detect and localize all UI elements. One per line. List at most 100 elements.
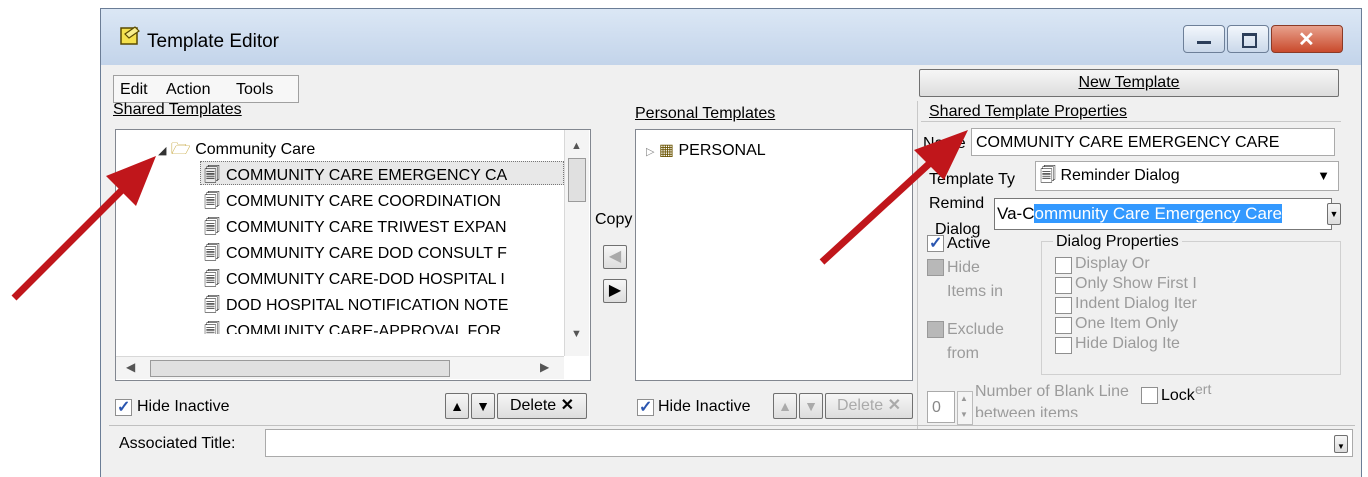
personal-delete-label: Delete [836,397,884,414]
properties-text: Shared Template Properties [929,103,1128,120]
reminder-template-icon: 🗐 [204,245,220,262]
tree-item[interactable]: 🗐 COMMUNITY CARE-APPROVAL FOR [204,320,501,334]
associated-title-dropdown[interactable]: ▼ [1334,435,1348,453]
hide-items-label-2: Items in [947,283,1004,300]
display-only-checkbox[interactable] [1055,257,1072,274]
scroll-thumb[interactable] [568,158,586,202]
menu-action[interactable]: Action [166,81,210,99]
maximize-icon [1242,33,1257,48]
tree-item[interactable]: 🗐 COMMUNITY CARE DOD CONSULT F [204,242,507,269]
window-title: Template Editor [147,31,280,52]
arrow-down-icon: ▼ [476,398,490,414]
folder-open-icon: 🗁 [170,141,191,158]
bottom-divider [109,425,1355,426]
template-type-select[interactable]: 🗐 Reminder Dialog ▼ [1035,161,1339,191]
blank-lines-label: Number of Blank Line [975,383,1129,400]
lock-label: Lock [1161,387,1195,404]
move-down-button[interactable]: ▼ [471,393,495,419]
hide-inactive-checkbox[interactable] [115,397,132,417]
associated-title-select[interactable]: ▼ [265,429,1353,457]
template-type-value: Reminder Dialog [1060,167,1180,184]
hscroll-thumb[interactable] [150,360,450,377]
chevron-down-icon: ▼ [1337,442,1345,451]
reminder-template-icon: 🗐 [204,193,220,210]
display-only-label: Display Or [1075,255,1150,272]
copy-label: Copy [595,211,633,228]
hide-dialog-items-checkbox[interactable] [1055,337,1072,354]
notepad-icon [120,26,140,45]
scroll-down-icon[interactable]: ▼ [571,328,582,340]
arrow-up-icon: ▲ [450,398,464,414]
tree-item[interactable]: 🗐 COMMUNITY CARE TRIWEST EXPAN [204,216,507,243]
delete-x-icon: ✕ [887,397,902,414]
expand-arrow-icon: ◢ [158,145,167,157]
personal-move-up-button[interactable]: ▲ [773,393,797,419]
exclude-label-2: from [947,345,979,362]
insert-partial-label: ert [1195,381,1212,397]
indent-dialog-label: Indent Dialog Iter [1075,295,1197,312]
vertical-scrollbar[interactable]: ▲ ▼ [564,130,589,356]
menu-edit[interactable]: Edit [120,81,148,99]
arrow-left-icon: ◀ [608,248,622,265]
lock-checkbox[interactable] [1141,387,1158,404]
hide-inactive-label: Hide Inactive [137,398,230,415]
close-icon: ✕ [1298,29,1315,51]
personal-hide-inactive-checkbox[interactable] [637,397,654,417]
name-label: Name [923,135,966,152]
active-checkbox[interactable] [927,233,944,253]
tree-item[interactable]: 🗐 COMMUNITY CARE COORDINATION [204,190,501,217]
minimize-button[interactable] [1183,25,1225,53]
tree-root-personal[interactable]: ▷ ▦ PERSONAL [646,140,766,160]
shared-templates-label: Shared Templates [113,101,242,119]
maximize-button[interactable] [1227,25,1269,53]
personal-templates-tree[interactable]: ▷ ▦ PERSONAL [635,129,913,381]
one-item-only-checkbox[interactable] [1055,317,1072,334]
reminder-template-icon: 🗐 [204,219,220,236]
indent-dialog-checkbox[interactable] [1055,297,1072,314]
tree-item[interactable]: 🗐 COMMUNITY CARE-DOD HOSPITAL I [204,268,505,295]
shared-templates-tree[interactable]: ◢ 🗁 Community Care 🗐 COMMUNITY CARE EMERG… [115,129,591,381]
tree-item-label: 🗐 COMMUNITY CARE EMERGENCY CA [204,167,508,184]
properties-label: Shared Template Properties [929,103,1127,121]
scroll-right-icon[interactable]: ▶ [540,360,549,374]
spin-down-icon[interactable]: ▼ [960,410,968,419]
delete-label: Delete [509,397,557,414]
personal-delete-button[interactable]: Delete ✕ [825,393,913,419]
reminder-dialog-select[interactable]: Va-Community Care Emergency Care [994,198,1332,230]
scroll-up-icon[interactable]: ▲ [571,140,582,152]
blank-lines-spinner[interactable]: ▲ ▼ [957,391,973,425]
exclude-checkbox[interactable] [927,321,944,338]
personal-templates-text: Personal Templates [635,105,776,122]
copy-left-button[interactable]: ◀ [603,245,627,269]
new-template-button[interactable]: New Template [919,69,1339,97]
template-editor-window: Template Editor ✕ Edit Action Tools New … [100,8,1362,477]
reminder-template-icon: 🗐 [204,271,220,288]
blank-lines-input[interactable]: 0 [927,391,955,423]
hide-items-label-1: Hide [947,259,980,276]
close-button[interactable]: ✕ [1271,25,1343,53]
menu-bar: Edit Action Tools [113,75,299,103]
horizontal-scrollbar[interactable]: ◀ ▶ [116,356,564,379]
only-show-first-checkbox[interactable] [1055,277,1072,294]
personal-move-down-button[interactable]: ▼ [799,393,823,419]
menu-tools[interactable]: Tools [236,81,273,99]
cabinet-icon: ▦ [658,142,675,159]
properties-divider [921,121,1341,122]
one-item-only-label: One Item Only [1075,315,1179,332]
scroll-left-icon[interactable]: ◀ [126,360,135,374]
tree-item[interactable]: 🗐 DOD HOSPITAL NOTIFICATION NOTE [204,294,508,321]
hide-dialog-items-label: Hide Dialog Ite [1075,335,1180,352]
personal-hide-inactive-label: Hide Inactive [658,398,751,415]
spin-up-icon[interactable]: ▲ [960,394,968,403]
arrow-down-icon: ▼ [804,398,818,414]
copy-right-button[interactable]: ▶ [603,279,627,303]
splitter[interactable] [917,101,918,431]
delete-shared-button[interactable]: Delete ✕ [497,393,587,419]
arrow-right-icon: ▶ [608,282,622,299]
arrow-up-icon: ▲ [778,398,792,414]
name-input[interactable]: COMMUNITY CARE EMERGENCY CARE [971,128,1335,156]
hide-items-checkbox[interactable] [927,259,944,276]
reminder-dropdown-button[interactable]: ▼ [1327,203,1341,225]
move-up-button[interactable]: ▲ [445,393,469,419]
personal-root-label: PERSONAL [678,142,766,159]
